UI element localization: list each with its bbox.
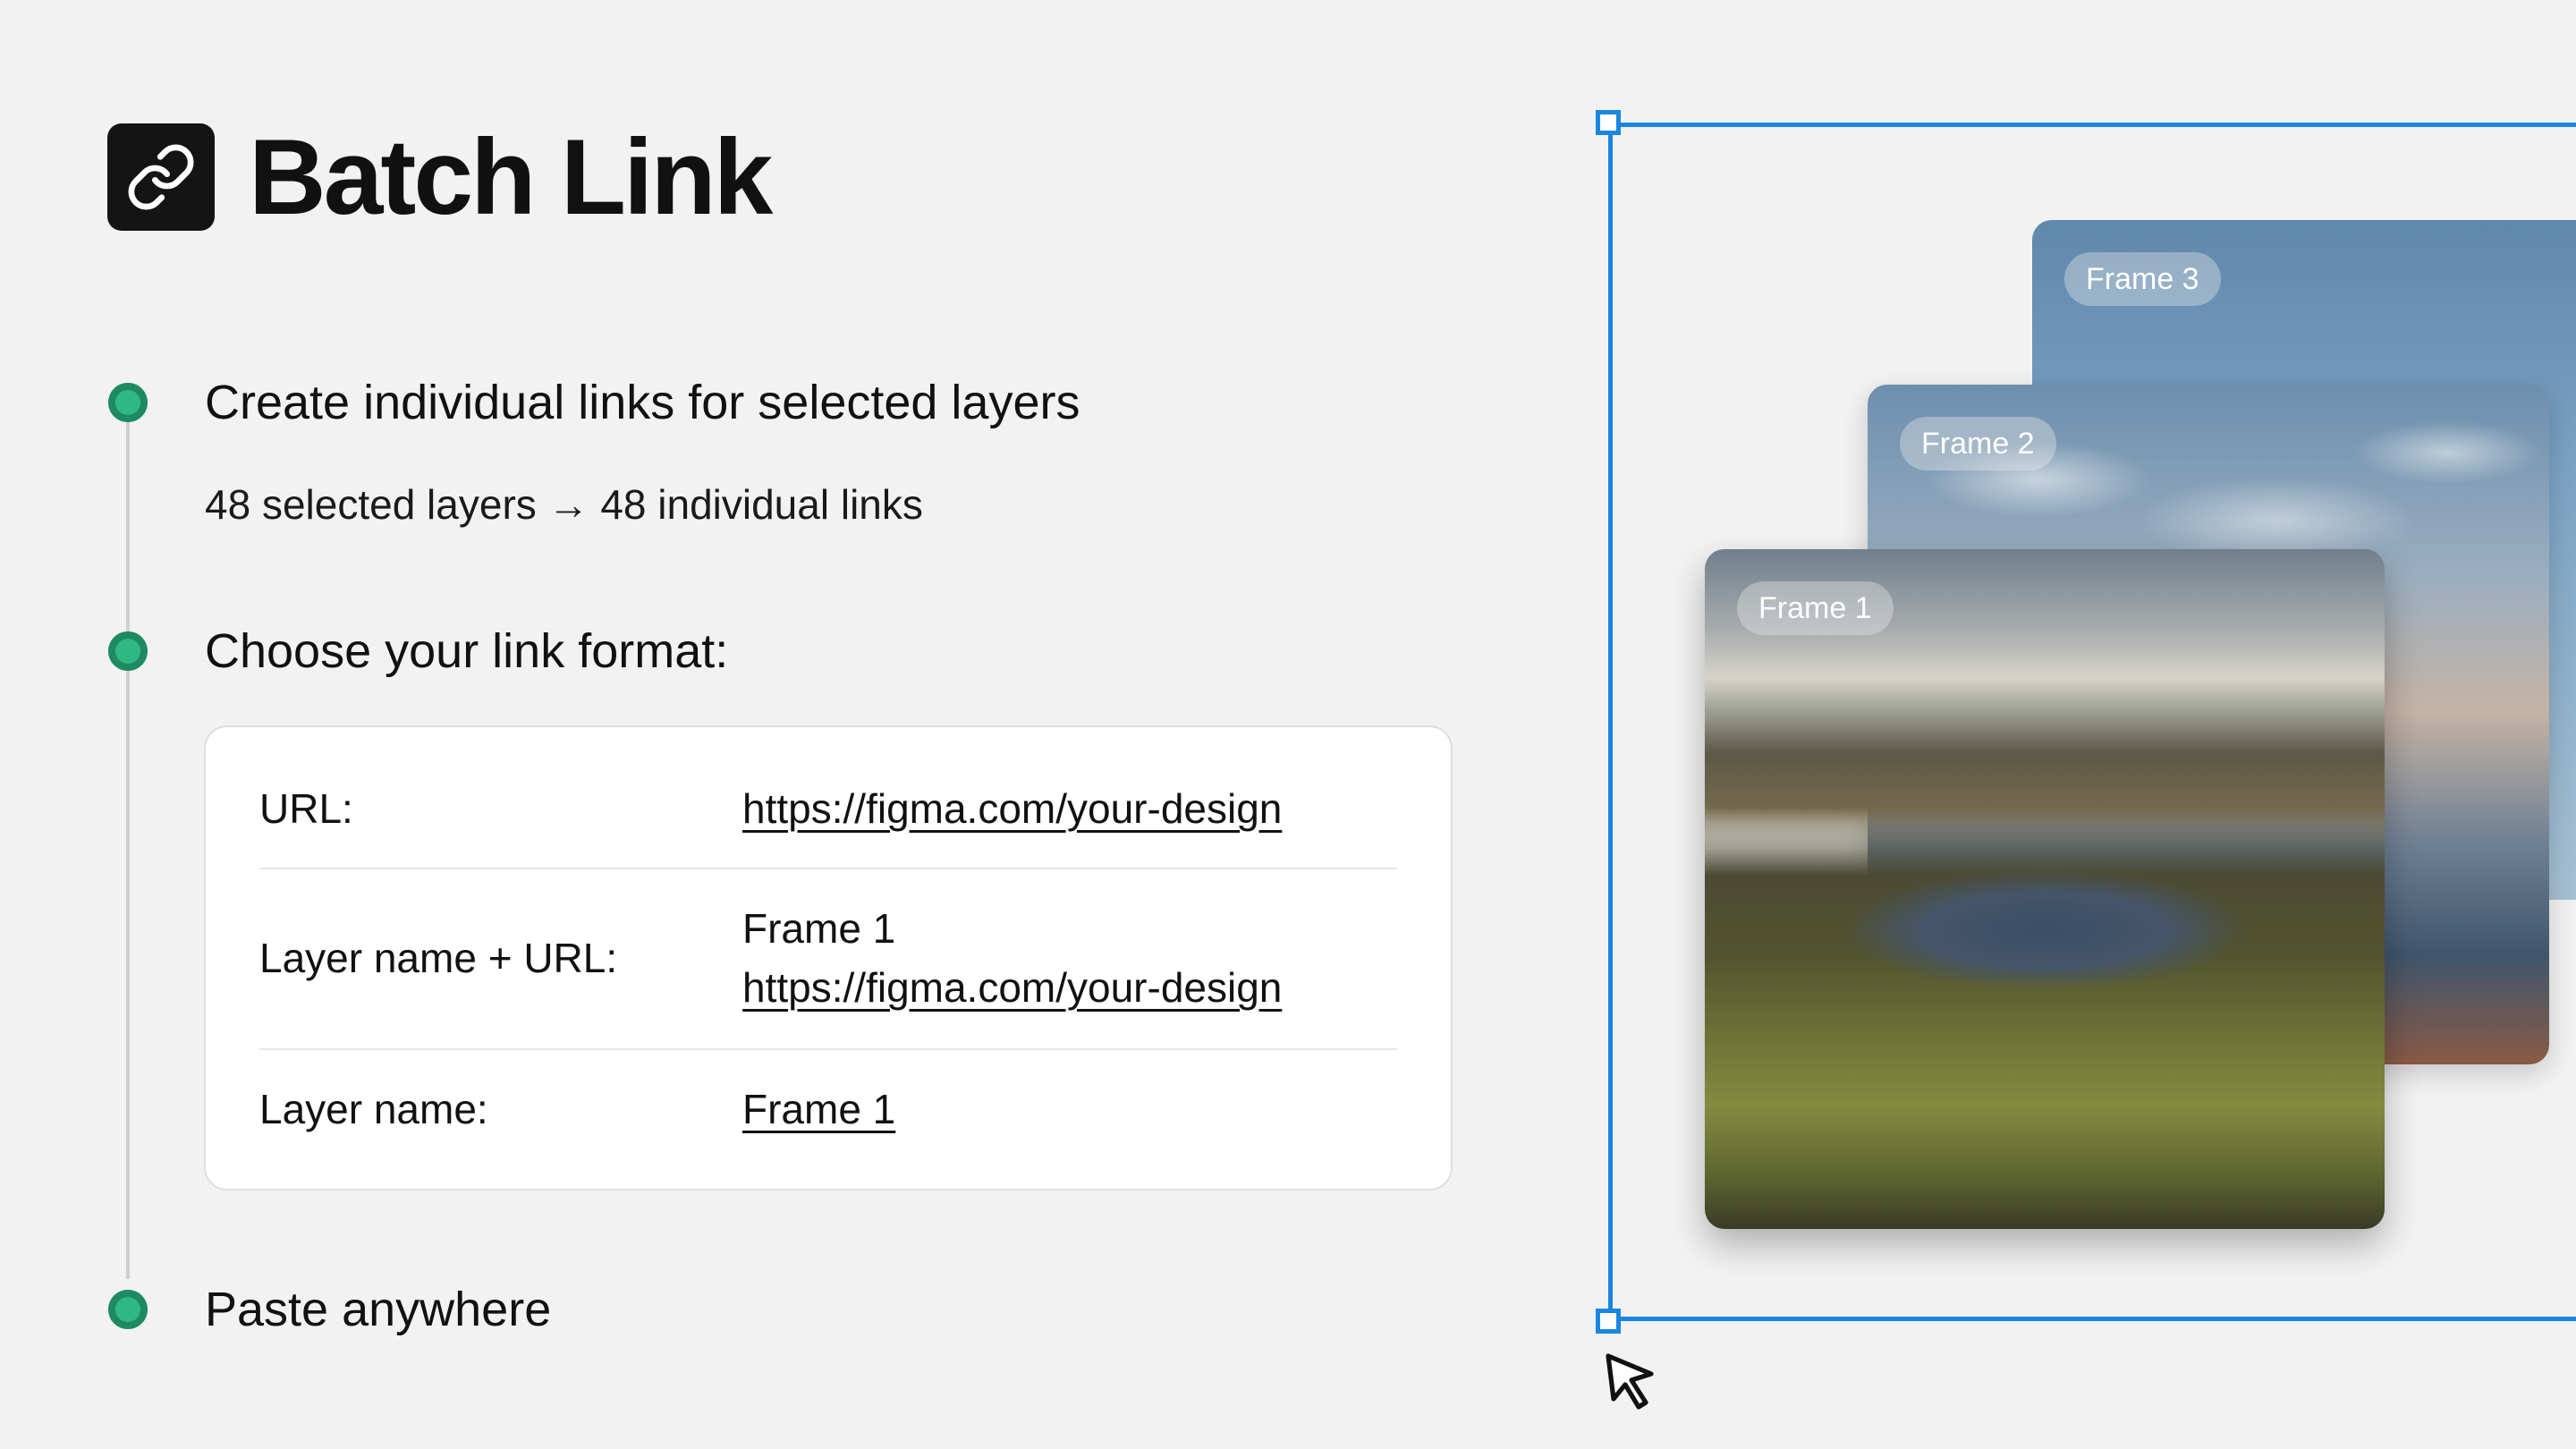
step-dot <box>108 383 148 422</box>
step-description: 48 selected layers → 48 individual links <box>205 481 923 528</box>
format-label: Layer name + URL: <box>259 935 618 981</box>
selection-handle-bottom-left[interactable] <box>1596 1309 1621 1334</box>
format-option-name-url[interactable]: Layer name + URL: Frame 1 https://figma.… <box>259 899 1397 1017</box>
step-heading: Create individual links for selected lay… <box>205 376 1080 429</box>
format-option-name[interactable]: Layer name: Frame 1 <box>259 1080 1397 1139</box>
timeline-line <box>126 422 130 646</box>
app-logo <box>107 123 215 231</box>
selection-box[interactable] <box>1608 123 2576 1321</box>
cursor-icon <box>1606 1353 1654 1410</box>
step-dot <box>108 631 148 671</box>
url-link[interactable]: https://figma.com/your-design <box>742 958 1282 1017</box>
selection-handle-top-left[interactable] <box>1596 110 1621 135</box>
step-dot <box>108 1290 148 1329</box>
timeline-line <box>126 671 130 1279</box>
link-format-card: URL: https://figma.com/your-design Layer… <box>204 725 1453 1191</box>
format-option-url[interactable]: URL: https://figma.com/your-design <box>259 779 1397 838</box>
format-label: URL: <box>259 785 353 832</box>
step-heading: Paste anywhere <box>205 1283 552 1336</box>
step-heading: Choose your link format: <box>205 624 729 678</box>
link-icon <box>128 144 194 210</box>
row-divider <box>259 868 1397 869</box>
layer-name-link[interactable]: Frame 1 <box>742 1080 895 1139</box>
row-divider <box>259 1048 1397 1050</box>
page-title: Batch Link <box>249 117 773 237</box>
layer-name-text: Frame 1 <box>742 905 896 952</box>
format-label: Layer name: <box>259 1086 488 1132</box>
url-link[interactable]: https://figma.com/your-design <box>742 779 1282 838</box>
